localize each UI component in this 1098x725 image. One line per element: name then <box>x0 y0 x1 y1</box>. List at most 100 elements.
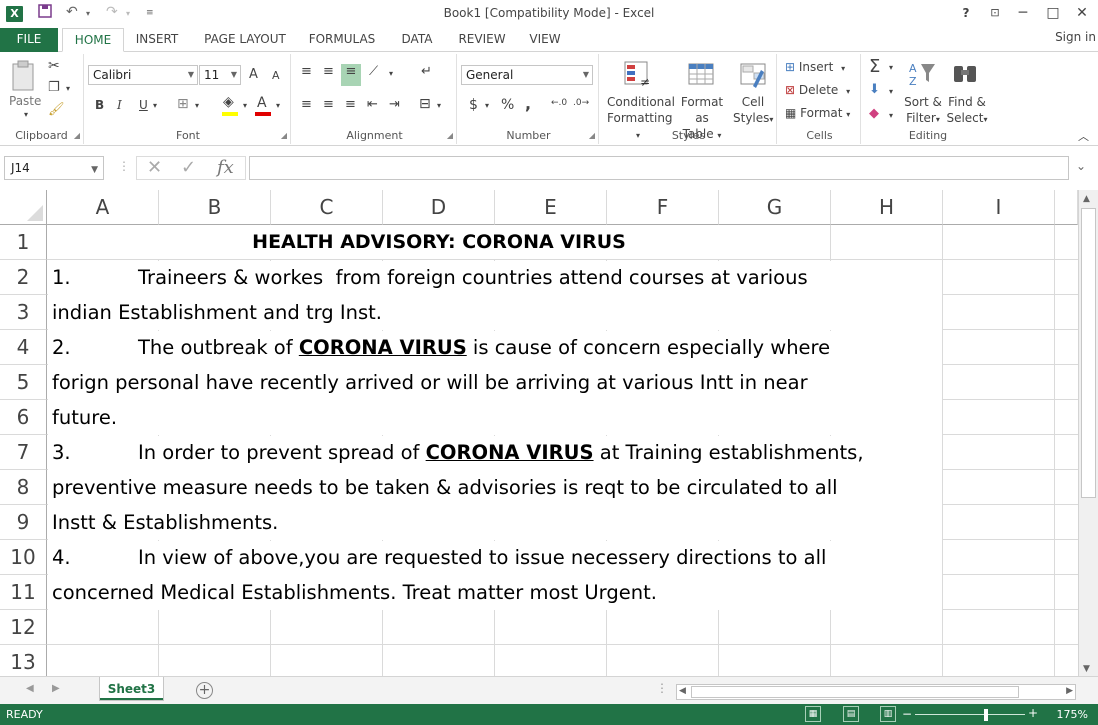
merge-dropdown-icon[interactable]: ▾ <box>437 101 441 110</box>
horizontal-scroll-thumb[interactable] <box>691 686 1019 698</box>
column-header-a[interactable]: A <box>47 190 159 225</box>
next-sheet-icon[interactable]: ▶ <box>52 683 60 694</box>
zoom-level[interactable]: 175% <box>1057 708 1088 721</box>
currency-button[interactable]: $ <box>469 97 478 113</box>
orientation-icon[interactable]: ⟋ <box>369 64 378 79</box>
fill-color-icon[interactable]: ◈ <box>223 94 234 110</box>
format-cells-button[interactable]: ▦ Format ▾ <box>785 106 850 120</box>
add-sheet-button[interactable]: + <box>196 682 213 699</box>
clear-icon[interactable]: ◆ <box>869 106 879 121</box>
find-select-icon[interactable] <box>951 60 981 90</box>
minimize-button[interactable]: ─ <box>1012 3 1034 23</box>
formula-input[interactable] <box>249 156 1069 180</box>
sort-filter-button[interactable]: Sort & Filter▾ <box>903 94 943 128</box>
currency-dropdown-icon[interactable]: ▾ <box>485 101 489 110</box>
scroll-right-icon[interactable]: ▶ <box>1066 686 1073 696</box>
grow-font-button[interactable]: A <box>249 67 258 82</box>
column-header-e[interactable]: E <box>495 190 607 225</box>
paste-icon[interactable] <box>10 60 38 95</box>
worksheet-grid[interactable]: ABCDEFGHI 1 2 3 4 5 6 7 8 9 10 11 12 13 HEALTH ADVIS… <box>0 190 1078 676</box>
maximize-button[interactable]: □ <box>1042 3 1064 23</box>
copy-icon[interactable]: ❐ <box>48 80 60 95</box>
paste-label[interactable]: Paste <box>9 94 41 108</box>
column-header-partial[interactable] <box>1055 190 1078 225</box>
scroll-down-icon[interactable]: ▼ <box>1083 664 1090 674</box>
delete-cells-button[interactable]: ⊠ Delete ▾ <box>785 83 850 97</box>
font-color-dropdown-icon[interactable]: ▾ <box>276 101 280 110</box>
align-right-icon[interactable]: ≡ <box>345 97 356 112</box>
row-header-2[interactable]: 2 <box>0 260 47 295</box>
font-name-box[interactable]: Calibri ▼ <box>88 65 198 85</box>
tab-file[interactable]: FILE <box>0 28 58 52</box>
tab-split-grip-icon[interactable]: ⋮ <box>656 681 668 695</box>
row-header-5[interactable]: 5 <box>0 365 47 400</box>
column-header-g[interactable]: G <box>719 190 831 225</box>
underline-button[interactable]: U <box>139 98 148 112</box>
row-header-1[interactable]: 1 <box>0 225 47 260</box>
column-header-c[interactable]: C <box>271 190 383 225</box>
horizontal-scrollbar[interactable]: ◀ ▶ <box>676 684 1076 700</box>
column-header-b[interactable]: B <box>159 190 271 225</box>
row-header-12[interactable]: 12 <box>0 610 47 645</box>
tab-insert[interactable]: INSERT <box>126 28 188 52</box>
align-left-icon[interactable]: ≡ <box>301 97 312 112</box>
find-select-button[interactable]: Find & Select▾ <box>945 94 989 128</box>
column-header-f[interactable]: F <box>607 190 719 225</box>
autosum-dropdown-icon[interactable]: ▾ <box>889 63 893 72</box>
merge-center-icon[interactable]: ⊟ <box>419 96 431 112</box>
select-all-button[interactable] <box>0 190 47 225</box>
row-header-8[interactable]: 8 <box>0 470 47 505</box>
number-launcher-icon[interactable]: ◢ <box>589 131 595 140</box>
tab-formulas[interactable]: FORMULAS <box>302 28 382 52</box>
alignment-launcher-icon[interactable]: ◢ <box>447 131 453 140</box>
fill-dropdown-icon[interactable]: ▾ <box>243 101 247 110</box>
vertical-scroll-thumb[interactable] <box>1081 208 1096 498</box>
vertical-scrollbar[interactable]: ▲ ▼ <box>1078 190 1098 676</box>
increase-indent-icon[interactable]: ⇥ <box>389 97 400 112</box>
column-header-i[interactable]: I <box>943 190 1055 225</box>
insert-function-button[interactable]: fx <box>217 157 234 179</box>
format-painter-icon[interactable]: 🖌 <box>48 102 65 117</box>
collapse-ribbon-icon[interactable]: ︿ <box>1078 128 1089 144</box>
sign-in-link[interactable]: Sign in <box>1055 30 1096 44</box>
decrease-indent-icon[interactable]: ⇤ <box>367 97 378 112</box>
zoom-slider[interactable] <box>915 714 1025 715</box>
zoom-slider-knob[interactable] <box>984 709 988 721</box>
page-break-view-icon[interactable]: ▥ <box>880 706 896 722</box>
middle-align-icon[interactable]: ≡ <box>323 64 334 79</box>
normal-view-icon[interactable]: ▦ <box>805 706 821 722</box>
borders-icon[interactable]: ⊞ <box>177 96 189 112</box>
tab-review[interactable]: REVIEW <box>452 28 512 52</box>
number-format-box[interactable]: General ▼ <box>461 65 593 85</box>
font-color-icon[interactable]: A <box>257 95 267 111</box>
cell-styles-icon[interactable] <box>739 60 769 90</box>
borders-dropdown-icon[interactable]: ▾ <box>195 101 199 110</box>
help-button[interactable]: ? <box>955 3 977 23</box>
format-as-table-icon[interactable] <box>687 60 717 90</box>
cancel-entry-button[interactable]: ✕ <box>147 157 162 179</box>
conditional-formatting-icon[interactable]: ≠ <box>623 60 653 90</box>
row-header-7[interactable]: 7 <box>0 435 47 470</box>
ribbon-display-icon[interactable]: ⊡ <box>984 3 1006 23</box>
shrink-font-button[interactable]: A <box>272 69 280 82</box>
autosum-icon[interactable]: Σ <box>869 56 880 77</box>
percent-button[interactable]: % <box>501 97 514 113</box>
sort-filter-icon[interactable]: AZ <box>907 60 937 90</box>
row-header-4[interactable]: 4 <box>0 330 47 365</box>
scroll-up-icon[interactable]: ▲ <box>1083 194 1090 204</box>
copy-dropdown-icon[interactable]: ▾ <box>66 84 70 93</box>
tab-view[interactable]: VIEW <box>522 28 568 52</box>
row-header-9[interactable]: 9 <box>0 505 47 540</box>
underline-dropdown-icon[interactable]: ▾ <box>153 101 157 110</box>
italic-button[interactable]: I <box>117 98 122 112</box>
prev-sheet-icon[interactable]: ◀ <box>26 683 34 694</box>
expand-formula-bar-icon[interactable]: ⌄ <box>1076 159 1086 173</box>
clear-dropdown-icon[interactable]: ▾ <box>889 111 893 120</box>
comma-button[interactable]: , <box>525 94 531 113</box>
name-box[interactable]: J14 ▼ <box>4 156 104 180</box>
tab-page-layout[interactable]: PAGE LAYOUT <box>195 28 295 52</box>
zoom-out-icon[interactable]: − <box>902 707 912 721</box>
fill-dropdown-icon[interactable]: ▾ <box>889 87 893 96</box>
tab-home[interactable]: HOME <box>62 28 124 52</box>
scroll-left-icon[interactable]: ◀ <box>679 686 686 696</box>
